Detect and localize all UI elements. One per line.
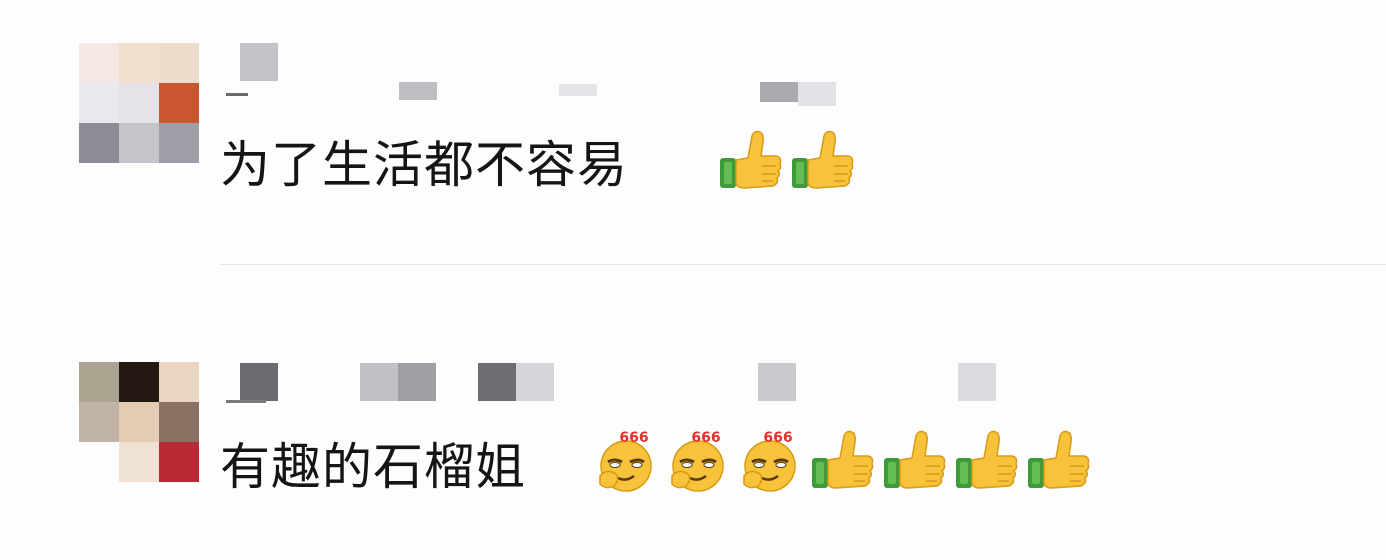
svg-text:666: 666: [763, 430, 792, 446]
thumbs-up-icon: [954, 428, 1022, 492]
comment-item: 有趣的石榴姐: [0, 266, 1386, 560]
divider: [220, 264, 1386, 265]
comment-list: 为了生活都不容易 有趣的石榴姐 666 666 666: [0, 0, 1386, 560]
thumbs-up-icon: [810, 428, 878, 492]
comment-text: 有趣的石榴姐: [220, 438, 526, 496]
svg-text:666: 666: [691, 430, 720, 446]
smirk-666-icon: 666: [666, 428, 734, 492]
emoji-row: [718, 128, 862, 192]
svg-text:666: 666: [619, 430, 648, 446]
comment-text: 为了生活都不容易: [220, 136, 628, 194]
thumbs-up-icon: [1026, 428, 1094, 492]
smirk-666-icon: 666: [738, 428, 806, 492]
thumbs-up-icon: [790, 128, 858, 192]
username-redacted[interactable]: [0, 40, 1386, 110]
thumbs-up-icon: [718, 128, 786, 192]
emoji-row: 666 666 666: [594, 428, 1098, 492]
username-redacted[interactable]: [0, 360, 1386, 430]
thumbs-up-icon: [882, 428, 950, 492]
smirk-666-icon: 666: [594, 428, 662, 492]
comment-item: 为了生活都不容易: [0, 0, 1386, 265]
